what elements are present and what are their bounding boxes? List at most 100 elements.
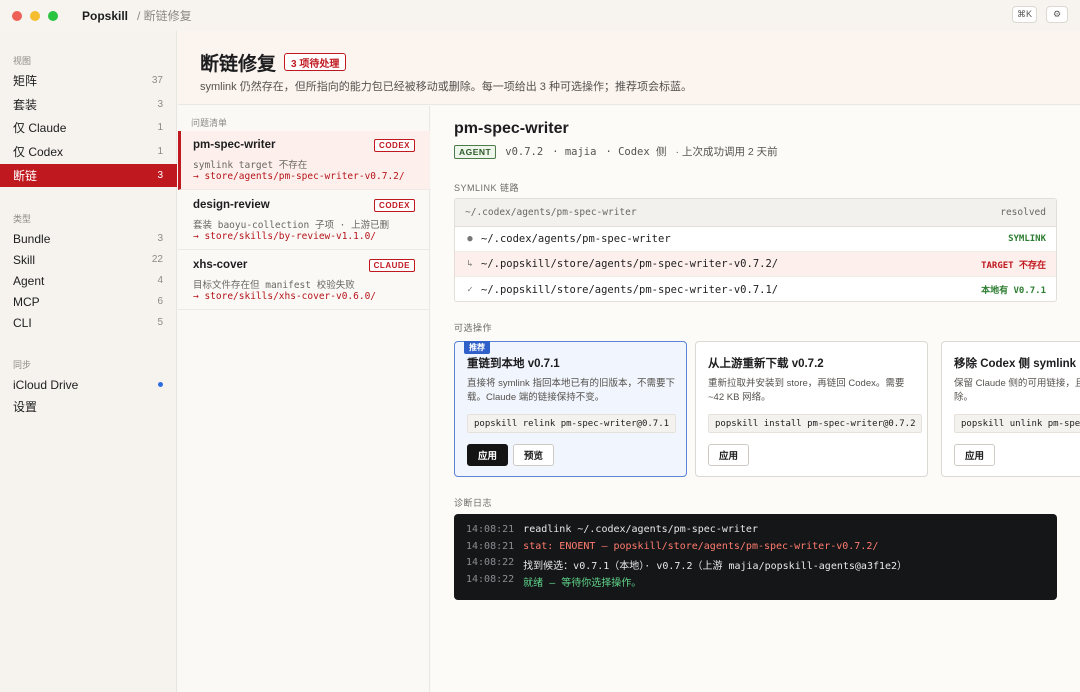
chain-path: ~/.popskill/store/agents/pm-spec-writer-…	[481, 283, 779, 296]
chain-row: ↳ ~/.popskill/store/agents/pm-spec-write…	[455, 252, 1056, 277]
apply-button[interactable]: 应用	[954, 444, 996, 466]
diagnostic-log: 14:08:21 readlink ~/.codex/agents/pm-spe…	[454, 514, 1057, 600]
sidebar: 视图 矩阵 37 套装 3 仅 Claude 1 仅 Codex 1 断链 3 …	[0, 31, 177, 692]
option-command: popskill relink pm-spec-writer@0.7.1	[467, 414, 677, 433]
sidebar-item-cli[interactable]: CLI 5	[0, 311, 177, 334]
preview-button[interactable]: 预览	[513, 444, 555, 466]
issue-side-tag: CODEX	[374, 199, 415, 212]
sidebar-item-settings[interactable]: 设置	[0, 395, 177, 418]
option-command: popskill install pm-spec-writer@0.7.2	[708, 414, 923, 433]
sidebar-item-label: 套装	[13, 98, 38, 112]
apply-button[interactable]: 应用	[467, 444, 509, 466]
detail-title: pm-spec-writer	[454, 120, 569, 137]
sidebar-item-broken-links[interactable]: 断链 3	[0, 164, 177, 187]
page-header: 断链修复 3 项待处理 symlink 仍然存在，但所指向的能力包已经被移动或删…	[178, 31, 1080, 105]
minimize-window-button[interactable]	[30, 10, 40, 21]
chain-status: SYMLINK	[1008, 234, 1046, 244]
sidebar-item-count: 3	[157, 170, 163, 181]
sidebar-item-label: Agent	[13, 273, 45, 288]
command-palette-button[interactable]: ⌘K	[1011, 6, 1037, 23]
issue-target-path: → store/skills/xhs-cover-v0.6.0/	[193, 291, 377, 302]
log-text: 找到候选：v0.7.1（本地）· v0.7.2（上游 majia/popskil…	[523, 561, 908, 572]
gear-icon[interactable]: ⚙	[1046, 6, 1068, 23]
chain-path: ~/.popskill/store/agents/pm-spec-writer-…	[481, 258, 779, 270]
issue-side-tag: CLAUDE	[368, 259, 415, 272]
last-call-text: · 上次成功调用 2 天前	[675, 146, 778, 158]
apply-button[interactable]: 应用	[708, 444, 750, 466]
chain-head-path: ~/.codex/agents/pm-spec-writer	[465, 207, 637, 218]
page-title: 断链修复	[200, 54, 277, 75]
author-text: · majia	[552, 145, 597, 158]
chain-head-status: resolved	[1000, 207, 1046, 218]
check-icon: ✓	[467, 284, 473, 295]
sidebar-item-skill[interactable]: Skill 22	[0, 248, 177, 271]
chain-status: TARGET 不存在	[981, 260, 1046, 271]
issue-description: symlink target 不存在	[193, 160, 308, 171]
sidebar-item-icloud-drive[interactable]: iCloud Drive	[0, 373, 177, 396]
pending-count-badge: 3 项待处理	[284, 53, 347, 71]
detail-panel: pm-spec-writer AGENT v0.7.2 · majia · Co…	[431, 106, 1080, 692]
sidebar-item-claude-only[interactable]: 仅 Claude 1	[0, 116, 177, 139]
option-description: 直接将 symlink 指回本地已有的旧版本，不需要下载。Claude 端的链接…	[467, 378, 675, 403]
arrow-return-icon: ↳	[467, 259, 473, 269]
issue-item-xhs-cover[interactable]: xhs-cover CLAUDE 目标文件存在但 manifest 校验失败 →…	[178, 251, 430, 310]
action-options: 推荐 重链到本地 v0.7.1 直接将 symlink 指回本地已有的旧版本，不…	[454, 341, 1080, 477]
log-line: 14:08:21 readlink ~/.codex/agents/pm-spe…	[466, 524, 1045, 541]
bullet-icon: ●	[467, 234, 473, 244]
sidebar-item-label: 仅 Codex	[13, 145, 64, 159]
chain-section-label: SYMLINK 链路	[454, 183, 520, 193]
symlink-chain: ~/.codex/agents/pm-spec-writer resolved …	[454, 198, 1057, 302]
log-line: 14:08:21 stat: ENOENT — popskill/store/a…	[466, 541, 1045, 558]
sidebar-item-mcp[interactable]: MCP 6	[0, 290, 177, 313]
sidebar-group-label: 视图	[13, 56, 32, 66]
sidebar-item-label: iCloud Drive	[13, 377, 79, 392]
chain-row: ● ~/.codex/agents/pm-spec-writer SYMLINK	[455, 227, 1056, 252]
log-line: 14:08:22 就绪 — 等待你选择操作。	[466, 574, 1045, 591]
title-bar: Popskill / 断链修复 ⌘K ⚙	[0, 0, 1080, 31]
sidebar-item-bundles[interactable]: 套装 3	[0, 93, 177, 116]
sidebar-group-label: 类型	[13, 214, 32, 224]
issue-list: 问题清单 pm-spec-writer CODEX symlink target…	[178, 106, 430, 692]
sidebar-item-bundle[interactable]: Bundle 3	[0, 227, 177, 250]
sidebar-item-count: 1	[157, 146, 163, 157]
issue-item-design-review[interactable]: design-review CODEX 套装 baoyu-collection …	[178, 191, 430, 250]
window-controls	[12, 10, 58, 21]
page-subtitle: symlink 仍然存在，但所指向的能力包已经被移动或删除。每一项给出 3 种可…	[200, 81, 692, 93]
sidebar-item-count: 3	[157, 233, 163, 244]
sync-status-dot	[158, 382, 163, 387]
log-time: 14:08:22	[466, 557, 515, 568]
log-time: 14:08:21	[466, 524, 515, 535]
detail-meta: AGENT v0.7.2 · majia · Codex 侧 · 上次成功调用 …	[454, 144, 778, 159]
issue-name: pm-spec-writer	[193, 139, 276, 151]
option-card-relink[interactable]: 推荐 重链到本地 v0.7.1 直接将 symlink 指回本地已有的旧版本，不…	[454, 341, 687, 477]
zoom-window-button[interactable]	[48, 10, 58, 21]
option-title: 移除 Codex 侧 symlink	[954, 358, 1077, 370]
breadcrumb: / 断链修复	[137, 9, 192, 23]
sidebar-item-agent[interactable]: Agent 4	[0, 269, 177, 292]
options-section-label: 可选操作	[454, 323, 493, 333]
sidebar-item-count: 6	[157, 296, 163, 307]
log-line: 14:08:22 找到候选：v0.7.1（本地）· v0.7.2（上游 maji…	[466, 557, 1045, 574]
sidebar-item-count: 3	[157, 99, 163, 110]
option-description: 保留 Claude 侧的可用链接，且对应的旧版本不删除。	[954, 378, 1080, 403]
issue-description: 套装 baoyu-collection 子项 · 上游已删	[193, 220, 390, 231]
sidebar-item-codex-only[interactable]: 仅 Codex 1	[0, 140, 177, 163]
issue-target-path: → store/agents/pm-spec-writer-v0.7.2/	[193, 171, 405, 182]
sidebar-item-label: MCP	[13, 294, 40, 309]
option-card-unlink[interactable]: 移除 Codex 侧 symlink 保留 Claude 侧的可用链接，且对应的…	[941, 341, 1080, 477]
chain-path: ~/.codex/agents/pm-spec-writer	[481, 233, 671, 245]
close-window-button[interactable]	[12, 10, 22, 21]
issue-item-pm-spec-writer[interactable]: pm-spec-writer CODEX symlink target 不存在 …	[178, 131, 430, 190]
option-title: 从上游重新下载 v0.7.2	[708, 358, 824, 370]
type-badge: AGENT	[454, 144, 497, 159]
sidebar-item-label: 设置	[13, 400, 38, 414]
option-card-reinstall[interactable]: 从上游重新下载 v0.7.2 重新拉取并安装到 store，再链回 Codex。…	[695, 341, 928, 477]
sidebar-item-label: 矩阵	[13, 74, 38, 88]
issue-description: 目标文件存在但 manifest 校验失败	[193, 280, 355, 291]
sidebar-item-count: 5	[157, 317, 163, 328]
sidebar-item-matrix[interactable]: 矩阵 37	[0, 69, 177, 92]
issue-name: design-review	[193, 199, 270, 211]
sidebar-item-label: 断链	[13, 169, 38, 183]
sidebar-item-label: Skill	[13, 252, 36, 267]
log-time: 14:08:22	[466, 573, 515, 585]
